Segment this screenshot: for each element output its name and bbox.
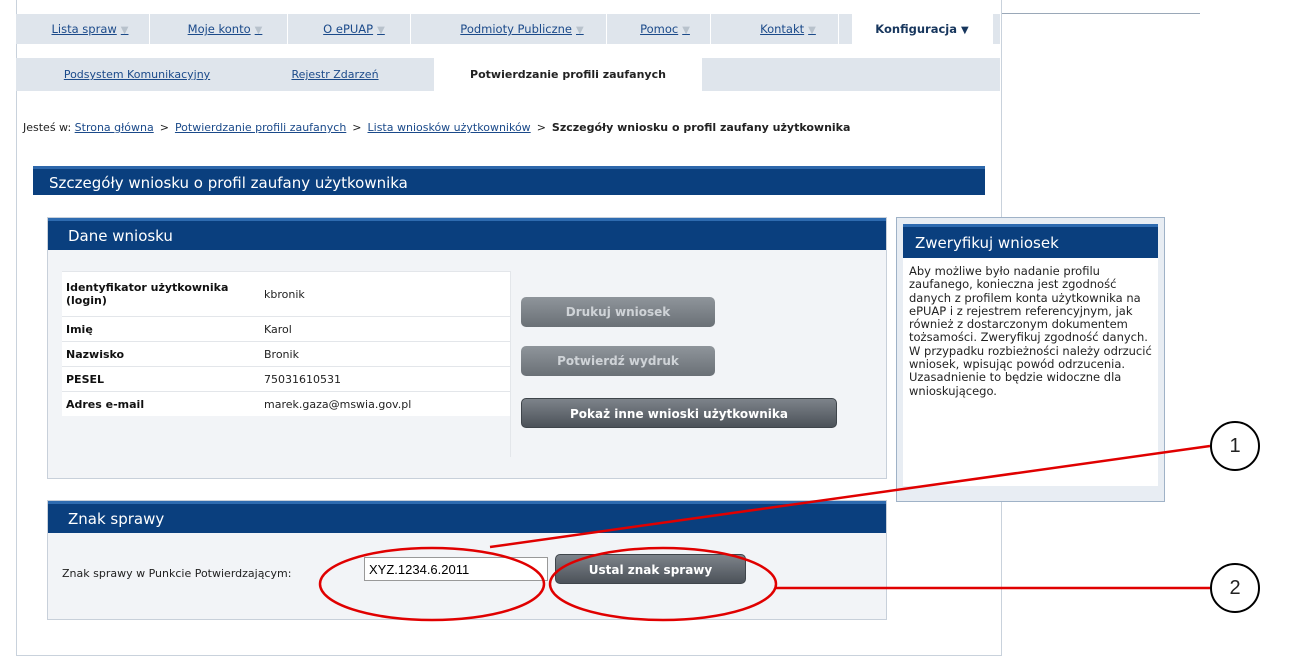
highlight-ellipse-1 [318,546,546,622]
callout-badge-2: 2 [1210,563,1260,613]
highlight-ellipse-2 [548,546,778,622]
callout-line-1 [489,444,1211,549]
annotation-overlay [318,444,1211,622]
callout-badge-1: 1 [1210,421,1260,471]
